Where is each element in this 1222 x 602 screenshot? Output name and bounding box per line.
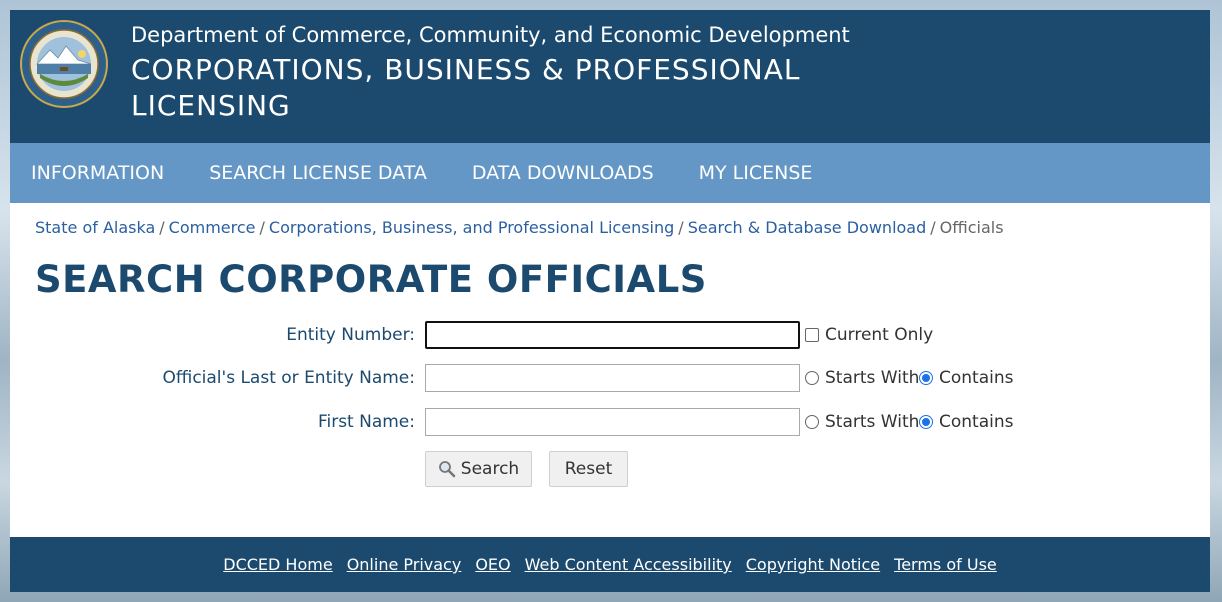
breadcrumb-separator: / [930,218,936,237]
current-only-checkbox[interactable] [805,328,819,342]
reset-button-label: Reset [564,459,613,479]
last-name-contains-radio[interactable] [919,371,933,385]
page-container: Department of Commerce, Community, and E… [10,10,1210,592]
first-name-input[interactable] [425,408,800,436]
current-only-label: Current Only [825,325,934,345]
nav-item-search-license-data[interactable]: SEARCH LICENSE DATA [188,143,449,203]
first-name-row: First Name: Starts With Contains [10,408,1210,438]
nav-item-my-license[interactable]: MY LICENSE [678,143,835,203]
contains-label: Contains [939,412,1014,432]
first-name-contains-option[interactable]: Contains [919,412,1013,432]
last-name-label: Official's Last or Entity Name: [162,368,416,388]
footer-link-online-privacy[interactable]: Online Privacy [347,555,462,574]
contains-label: Contains [939,368,1014,388]
starts-with-label: Starts With [825,412,920,432]
current-only-option[interactable]: Current Only [805,325,933,345]
last-name-contains-option[interactable]: Contains [919,368,1013,388]
starts-with-label: Starts With [825,368,920,388]
first-name-starts-with-radio[interactable] [805,415,819,429]
last-name-starts-with-option[interactable]: Starts With [805,368,919,388]
alaska-state-seal-icon[interactable] [20,20,108,108]
site-header: Department of Commerce, Community, and E… [10,10,1210,143]
department-name: Department of Commerce, Community, and E… [131,23,850,47]
entity-number-row: Entity Number: Current Only [10,321,1210,351]
footer-link-terms-of-use[interactable]: Terms of Use [894,555,997,574]
breadcrumb-current: Officials [939,218,1004,237]
last-name-row: Official's Last or Entity Name: Starts W… [10,364,1210,394]
footer-link-web-content-accessibility[interactable]: Web Content Accessibility [525,555,732,574]
first-name-starts-with-option[interactable]: Starts With [805,412,919,432]
footer-link-copyright-notice[interactable]: Copyright Notice [746,555,880,574]
first-name-label: First Name: [317,412,415,432]
last-name-starts-with-radio[interactable] [805,371,819,385]
breadcrumb: State of Alaska / Commerce / Corporations, B… [35,218,1004,237]
site-footer: DCCED Home Online Privacy OEO Web Conten… [10,537,1210,592]
breadcrumb-separator: / [159,218,165,237]
nav-item-information[interactable]: INFORMATION [10,143,186,203]
search-button-label: Search [460,459,520,479]
entity-number-input[interactable] [425,321,800,349]
footer-link-dcced-home[interactable]: DCCED Home [223,555,332,574]
reset-button[interactable]: Reset [549,451,628,487]
breadcrumb-separator: / [678,218,684,237]
footer-link-oeo[interactable]: OEO [475,555,510,574]
entity-number-label: Entity Number: [286,325,415,345]
first-name-contains-radio[interactable] [919,415,933,429]
breadcrumb-link-cbpl[interactable]: Corporations, Business, and Professional… [269,218,674,237]
main-nav: INFORMATION SEARCH LICENSE DATA DATA DOW… [10,143,1210,203]
breadcrumb-link-state-of-alaska[interactable]: State of Alaska [35,218,155,237]
last-name-input[interactable] [425,364,800,392]
search-icon [438,461,456,478]
division-name: CORPORATIONS, BUSINESS & PROFESSIONAL LI… [131,53,801,122]
breadcrumb-link-commerce[interactable]: Commerce [169,218,256,237]
breadcrumb-separator: / [259,218,265,237]
breadcrumb-link-search-database[interactable]: Search & Database Download [688,218,927,237]
page-title: SEARCH CORPORATE OFFICIALS [35,258,707,301]
nav-item-data-downloads[interactable]: DATA DOWNLOADS [451,143,676,203]
search-button[interactable]: Search [425,451,532,487]
